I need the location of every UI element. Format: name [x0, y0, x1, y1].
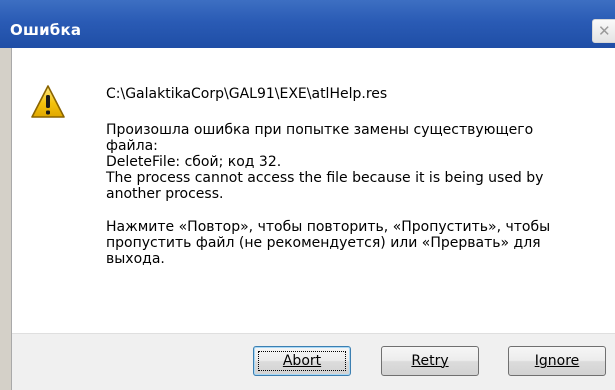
retry-button[interactable]: Retry — [381, 346, 479, 376]
retry-button-label: Retry — [411, 353, 449, 369]
error-dialog: Ошибка ✕ C:\GalaktikaCorp\GAL91\EXE\atlH… — [0, 0, 615, 390]
instructions: Нажмите «Повтор», чтобы повторить, «Проп… — [106, 219, 551, 267]
error-details: Произошла ошибка при попытке замены суще… — [106, 122, 544, 202]
dialog-title: Ошибка — [10, 21, 82, 39]
warning-icon — [31, 85, 65, 118]
abort-button[interactable]: Abort — [253, 346, 351, 376]
title-bar[interactable]: Ошибка ✕ — [0, 0, 615, 48]
abort-button-label: Abort — [282, 353, 322, 369]
window-border — [0, 48, 12, 390]
file-path: C:\GalaktikaCorp\GAL91\EXE\atlHelp.res — [106, 86, 388, 102]
close-icon: ✕ — [598, 22, 611, 40]
ignore-button[interactable]: Ignore — [508, 346, 606, 376]
message-text: C:\GalaktikaCorp\GAL91\EXE\atlHelp.res П… — [106, 86, 586, 267]
ignore-button-label: Ignore — [534, 353, 580, 369]
close-button[interactable]: ✕ — [592, 19, 615, 43]
